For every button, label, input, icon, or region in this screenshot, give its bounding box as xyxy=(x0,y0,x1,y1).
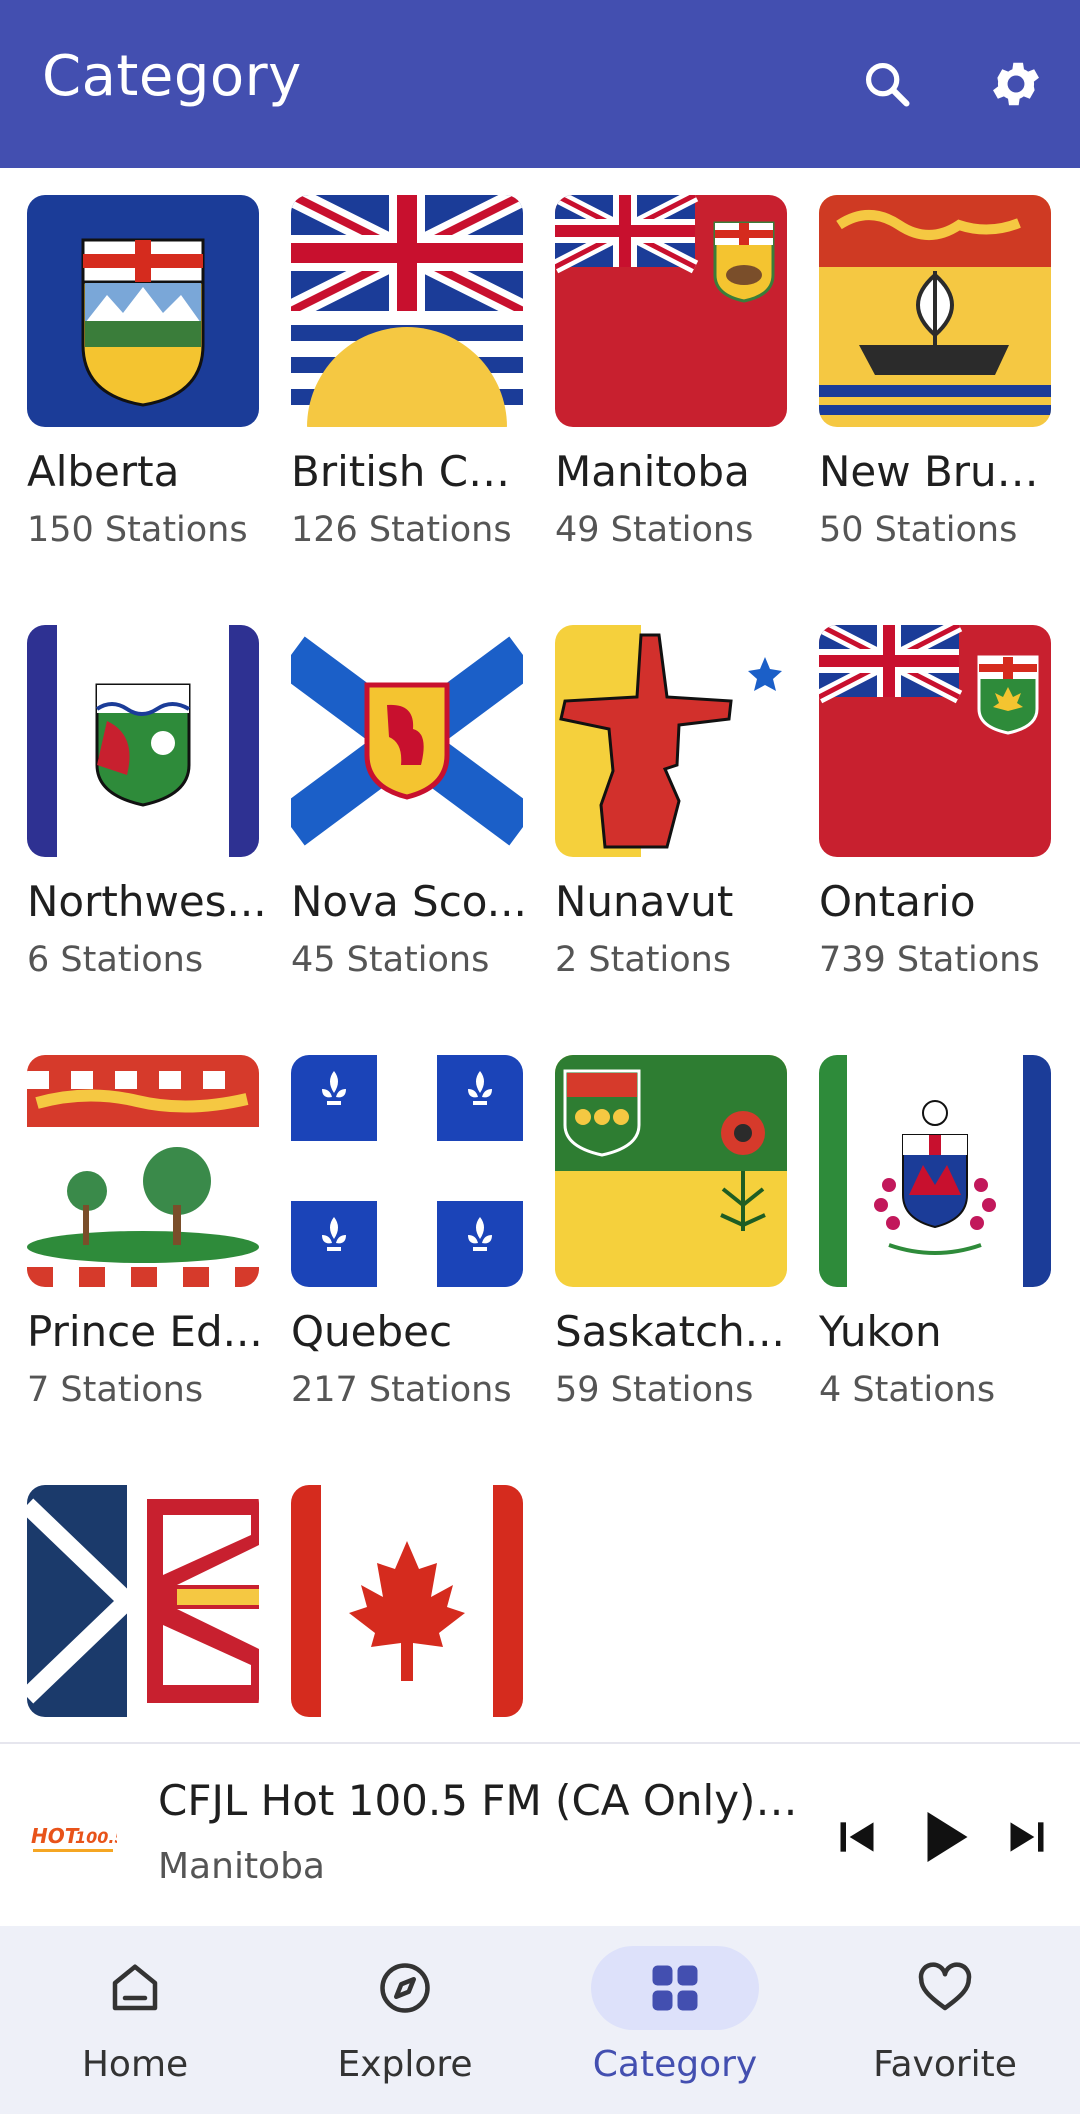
nav-label: Home xyxy=(81,2044,189,2085)
station-count: 739 Stations xyxy=(819,940,1040,980)
northwest-territories-flag-icon xyxy=(27,625,259,857)
nunavut-flag-icon xyxy=(555,625,787,857)
skip-previous-icon[interactable] xyxy=(822,1802,892,1872)
station-count: 4 Stations xyxy=(819,1370,996,1410)
category-card-yukon[interactable]: Yukon 4 Stations xyxy=(819,1055,1051,1410)
station-logo: HOT 100.5 xyxy=(28,1802,118,1872)
category-name: Quebec xyxy=(291,1307,453,1356)
ontario-flag-icon xyxy=(819,625,1051,857)
search-icon[interactable] xyxy=(855,52,919,116)
category-name: Prince Ed... xyxy=(27,1307,263,1356)
station-count: 217 Stations xyxy=(291,1370,512,1410)
station-count: 7 Stations xyxy=(27,1370,204,1410)
category-card-quebec[interactable]: Quebec 217 Stations xyxy=(291,1055,523,1410)
nova-scotia-flag-icon xyxy=(291,625,523,857)
category-card-northwest-territories[interactable]: Northwes... 6 Stations xyxy=(27,625,267,980)
station-count: 49 Stations xyxy=(555,510,754,550)
category-name: Northwes... xyxy=(27,877,267,926)
nav-category[interactable]: Category xyxy=(540,1926,810,2114)
category-name: Nunavut xyxy=(555,877,734,926)
manitoba-flag-icon xyxy=(555,195,787,427)
compass-icon xyxy=(321,1946,489,2030)
category-name: Yukon xyxy=(819,1307,942,1356)
alberta-flag-icon xyxy=(27,195,259,427)
yukon-flag-icon xyxy=(819,1055,1051,1287)
category-name: Nova Sco... xyxy=(291,877,527,926)
station-count: 45 Stations xyxy=(291,940,490,980)
app-bar: Category xyxy=(0,0,1080,168)
station-count: 150 Stations xyxy=(27,510,248,550)
new-brunswick-flag-icon xyxy=(819,195,1051,427)
now-playing-subtitle: Manitoba xyxy=(158,1846,325,1887)
british-columbia-flag-icon xyxy=(291,195,523,427)
nav-label: Favorite xyxy=(873,2044,1017,2085)
category-card-ontario[interactable]: Ontario 739 Stations xyxy=(819,625,1051,980)
category-grid-icon xyxy=(591,1946,759,2030)
category-card-prince-edward-island[interactable]: Prince Ed... 7 Stations xyxy=(27,1055,263,1410)
category-name: Ontario xyxy=(819,877,976,926)
nav-label: Explore xyxy=(337,2044,473,2085)
skip-next-icon[interactable] xyxy=(992,1802,1062,1872)
station-count: 2 Stations xyxy=(555,940,732,980)
nav-explore[interactable]: Explore xyxy=(270,1926,540,2114)
category-card-manitoba[interactable]: Manitoba 49 Stations xyxy=(555,195,787,550)
nav-favorite[interactable]: Favorite xyxy=(810,1926,1080,2114)
heart-icon xyxy=(861,1946,1029,2030)
station-count: 50 Stations xyxy=(819,510,1018,550)
settings-gear-icon[interactable] xyxy=(984,52,1048,116)
category-name: Saskatch... xyxy=(555,1307,785,1356)
station-count: 59 Stations xyxy=(555,1370,754,1410)
nav-label: Category xyxy=(592,2044,758,2085)
category-card-saskatchewan[interactable]: Saskatch... 59 Stations xyxy=(555,1055,787,1410)
category-grid: Alberta 150 Stations British Co... 126 S… xyxy=(0,168,1080,1742)
category-card-canada[interactable] xyxy=(291,1485,523,1717)
station-count: 6 Stations xyxy=(27,940,204,980)
category-card-nunavut[interactable]: Nunavut 2 Stations xyxy=(555,625,787,980)
page-title: Category xyxy=(42,44,302,109)
canada-flag-icon xyxy=(291,1485,523,1717)
saskatchewan-flag-icon xyxy=(555,1055,787,1287)
category-name: New Brun... xyxy=(819,447,1059,496)
newfoundland-flag-icon xyxy=(27,1485,259,1717)
home-icon xyxy=(51,1946,219,2030)
now-playing-title: CFJL Hot 100.5 FM (CA Only) -... xyxy=(158,1776,808,1825)
prince-edward-island-flag-icon xyxy=(27,1055,259,1287)
play-icon[interactable] xyxy=(910,1802,980,1872)
mini-player[interactable]: HOT 100.5 CFJL Hot 100.5 FM (CA Only) -.… xyxy=(0,1742,1080,1926)
bottom-navigation: Home Explore Category Favorite xyxy=(0,1926,1080,2114)
quebec-flag-icon xyxy=(291,1055,523,1287)
svg-text:100.5: 100.5 xyxy=(75,1828,117,1847)
category-card-new-brunswick[interactable]: New Brun... 50 Stations xyxy=(819,195,1059,550)
svg-text:HOT: HOT xyxy=(31,1824,80,1848)
station-count: 126 Stations xyxy=(291,510,512,550)
category-card-british-columbia[interactable]: British Co... 126 Stations xyxy=(291,195,531,550)
category-card-newfoundland[interactable] xyxy=(27,1485,259,1717)
category-name: Manitoba xyxy=(555,447,750,496)
category-name: British Co... xyxy=(291,447,531,496)
category-card-alberta[interactable]: Alberta 150 Stations xyxy=(27,195,259,550)
category-card-nova-scotia[interactable]: Nova Sco... 45 Stations xyxy=(291,625,527,980)
nav-home[interactable]: Home xyxy=(0,1926,270,2114)
category-name: Alberta xyxy=(27,447,180,496)
